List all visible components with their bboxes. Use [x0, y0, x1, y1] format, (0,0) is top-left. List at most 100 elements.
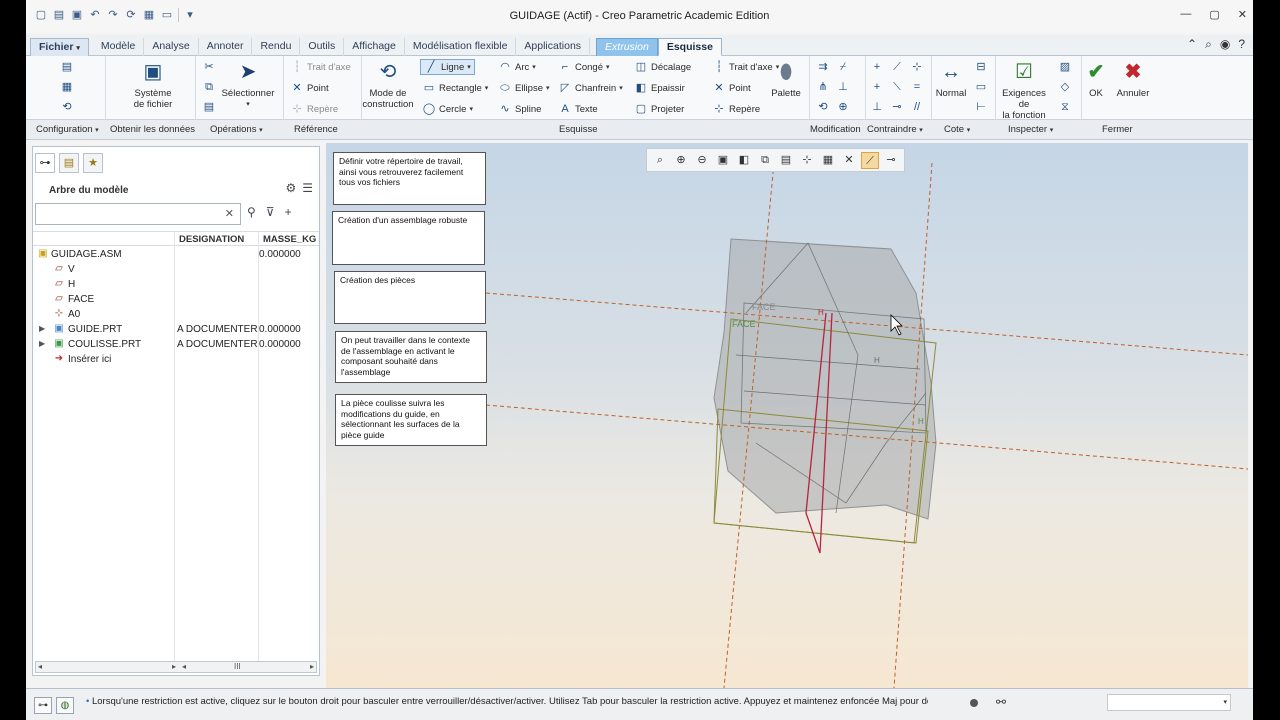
mode-construction-button[interactable]: ⟲ Mode de construction: [362, 59, 414, 111]
find-binoculars-icon[interactable]: ⚯: [996, 695, 1006, 709]
equal-constraint-button[interactable]: =: [910, 79, 924, 95]
texte-button[interactable]: A Texte: [558, 101, 597, 117]
sketch-setup-button[interactable]: ▤: [60, 59, 74, 75]
graphics-window[interactable]: FACE FACE H H H ⌕ ⊕ ⊖ ▣ ◧ ⧉ ▤ ⊹ ▦ ✕ ⟋ ⊸ …: [326, 143, 1248, 688]
column-designation[interactable]: DESIGNATION: [179, 234, 244, 245]
refit-icon[interactable]: ⌕: [651, 152, 669, 169]
scroll-right-icon[interactable]: ▸: [310, 662, 314, 671]
folder-browser-tab-icon[interactable]: ▤: [59, 153, 79, 173]
selectionner-button[interactable]: ➤ Sélectionner ▾: [218, 59, 278, 110]
clear-search-icon[interactable]: ✕: [225, 207, 234, 220]
mirror-button[interactable]: ⋔: [816, 79, 830, 95]
minimize-icon[interactable]: —: [1180, 8, 1191, 21]
ref-repere-button[interactable]: ⊹ Repère: [290, 101, 338, 117]
divide-button[interactable]: ⊥: [836, 79, 850, 95]
group-label-cote[interactable]: Cote ▾: [944, 124, 970, 135]
scroll-right-icon[interactable]: ▸: [172, 662, 176, 671]
sketch-view-button[interactable]: ⟲: [60, 99, 74, 115]
cercle-button[interactable]: ◯ Cercle ▾: [422, 101, 473, 117]
tree-row-v[interactable]: ▱ V: [33, 263, 319, 278]
symmetric-constraint-button[interactable]: ⊹: [910, 59, 924, 75]
systeme-fichier-button[interactable]: ▣ Système de fichier: [128, 59, 178, 111]
tab-applications[interactable]: Applications: [516, 38, 591, 56]
saved-orientations-icon[interactable]: ⧉: [756, 152, 774, 169]
expand-arrow-icon[interactable]: ▶: [39, 339, 45, 348]
tree-row-h[interactable]: ▱ H: [33, 278, 319, 293]
help-icon[interactable]: ?: [1238, 37, 1245, 52]
scroll-grip[interactable]: III: [234, 662, 241, 671]
display-style-icon[interactable]: ◧: [735, 152, 753, 169]
tree-columns-icon[interactable]: ☰: [302, 181, 313, 195]
copy-button[interactable]: ⧉: [202, 79, 216, 95]
zoom-out-icon[interactable]: ⊖: [693, 152, 711, 169]
references-button[interactable]: ▦: [60, 79, 74, 95]
search-icon[interactable]: ⌕: [1205, 37, 1212, 52]
ellipse-button[interactable]: ⬭ Ellipse ▾: [498, 80, 549, 96]
group-label-contraindre[interactable]: Contraindre ▾: [867, 124, 923, 135]
zoom-in-icon[interactable]: ⊕: [672, 152, 690, 169]
point-button[interactable]: ✕ Point: [712, 80, 750, 96]
chanfrein-button[interactable]: ◸ Chanfrein ▾: [558, 80, 623, 96]
expand-arrow-icon[interactable]: ▶: [39, 324, 45, 333]
tangent-constraint-button[interactable]: ⟋: [890, 59, 904, 75]
close-icon[interactable]: ✕: [1238, 8, 1247, 21]
filter-icon[interactable]: ⊽: [266, 205, 275, 219]
community-icon[interactable]: ◉: [1220, 37, 1230, 52]
tree-row-guide[interactable]: ▶ ▣ GUIDE.PRT A DOCUMENTER 0.000000: [33, 323, 319, 338]
favorites-tab-icon[interactable]: ★: [83, 153, 103, 173]
ligne-button[interactable]: ╱ Ligne ▾: [420, 59, 475, 75]
spline-button[interactable]: ∿ Spline: [498, 101, 541, 117]
arc-button[interactable]: ◠ Arc ▾: [498, 59, 536, 75]
delete-segment-button[interactable]: ⌿: [836, 59, 850, 75]
vertical-constraint-button[interactable]: +: [870, 59, 884, 75]
tab-fichier[interactable]: Fichier ▾: [30, 38, 89, 56]
find-icon[interactable]: ⚲: [247, 205, 256, 219]
sketch-view-icon[interactable]: ⟋: [861, 152, 879, 169]
repere-button[interactable]: ⊹ Repère: [712, 101, 760, 117]
datum-display-icon[interactable]: ⊹: [798, 152, 816, 169]
tree-settings-icon[interactable]: ⚙: [285, 181, 296, 195]
ref-trait-axe-button[interactable]: ┆ Trait d'axe: [290, 59, 351, 75]
tree-row-inserer-ici[interactable]: ➜ Insérer ici: [33, 353, 319, 368]
view-manager-icon[interactable]: ▤: [777, 152, 795, 169]
midpoint-constraint-button[interactable]: ⟍: [890, 79, 904, 95]
epaissir-button[interactable]: ◧ Epaissir: [634, 80, 685, 96]
tab-rendu[interactable]: Rendu: [252, 38, 301, 56]
tree-search-input[interactable]: ✕: [35, 203, 241, 225]
scroll-left-icon[interactable]: ◂: [38, 662, 42, 671]
normal-dimension-button[interactable]: ↔ Normal: [934, 59, 968, 100]
tree-row-guidage[interactable]: ▣ GUIDAGE.ASM 0.000000: [33, 248, 319, 263]
tab-esquisse[interactable]: Esquisse: [657, 38, 722, 56]
perpendicular-constraint-button[interactable]: ⊥: [870, 99, 884, 115]
rectangle-button[interactable]: ▭ Rectangle ▾: [422, 80, 489, 96]
tree-horizontal-scrollbar[interactable]: ◂ ▸ ◂ III ▸: [35, 661, 317, 673]
tab-annoter[interactable]: Annoter: [199, 38, 253, 56]
tree-row-a0[interactable]: ⊹ A0: [33, 308, 319, 323]
model-tree-tab-icon[interactable]: ⊶: [35, 153, 55, 173]
palette-button[interactable]: ⬮ Palette: [764, 59, 808, 100]
tab-analyse[interactable]: Analyse: [144, 38, 199, 56]
corner-button[interactable]: ⊕: [836, 99, 850, 115]
scroll-left-icon[interactable]: ◂: [182, 662, 186, 671]
horizontal-constraint-button[interactable]: +: [870, 79, 884, 95]
reference-dim-button[interactable]: ▭: [974, 79, 988, 95]
sketcher-display-icon[interactable]: ⊸: [882, 152, 900, 169]
tree-row-face[interactable]: ▱ FACE: [33, 293, 319, 308]
add-column-icon[interactable]: +: [285, 205, 292, 219]
maximize-icon[interactable]: ▢: [1209, 8, 1219, 21]
repaint-icon[interactable]: ▣: [714, 152, 732, 169]
tab-modelisation-flexible[interactable]: Modélisation flexible: [405, 38, 517, 56]
ref-point-button[interactable]: ✕ Point: [290, 80, 328, 96]
group-label-operations[interactable]: Opérations ▾: [210, 124, 263, 135]
show-navigator-icon[interactable]: ⊶: [34, 697, 52, 714]
exigences-button[interactable]: ☑ Exigences de la fonction: [996, 59, 1052, 122]
annotation-display-icon[interactable]: ▦: [819, 152, 837, 169]
tab-outils[interactable]: Outils: [300, 38, 345, 56]
coincident-constraint-button[interactable]: ⊸: [890, 99, 904, 115]
projeter-button[interactable]: ▢ Projeter: [634, 101, 684, 117]
tab-extrusion[interactable]: Extrusion: [596, 38, 658, 56]
group-label-inspecter[interactable]: Inspecter ▾: [1008, 124, 1053, 135]
modify-button[interactable]: ⇉: [816, 59, 830, 75]
highlight-open-button[interactable]: ⧖: [1058, 99, 1072, 115]
ok-button[interactable]: ✔ OK: [1082, 59, 1110, 100]
